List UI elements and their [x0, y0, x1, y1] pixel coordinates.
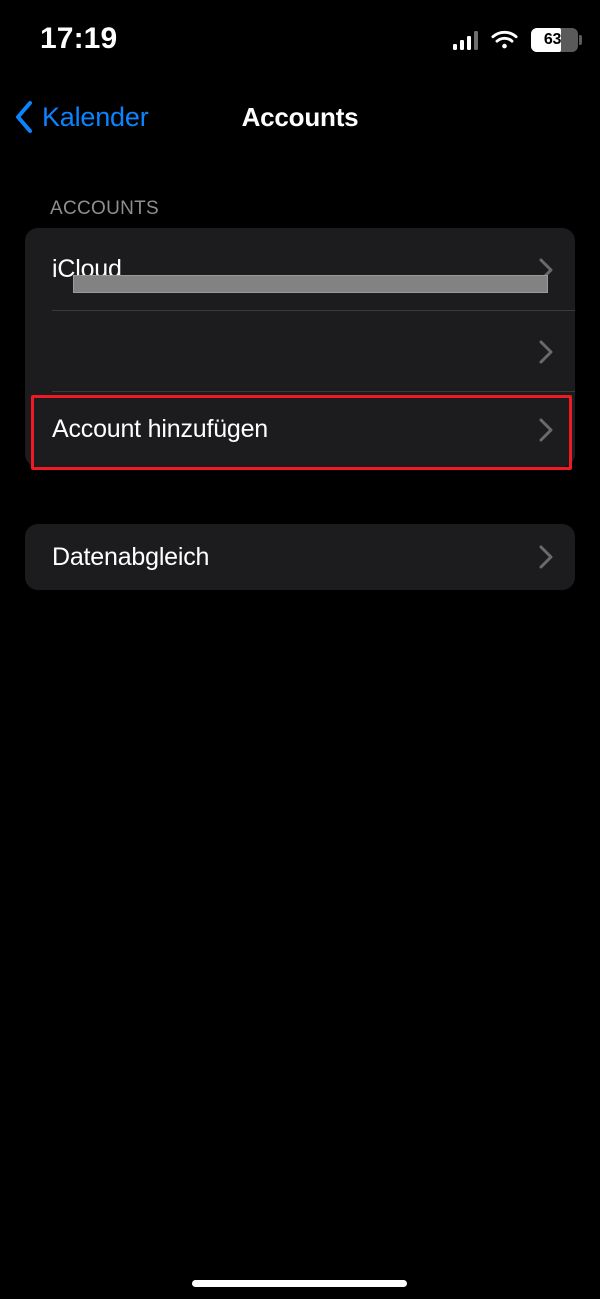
accounts-card: iCloud Account hinzufügen — [25, 228, 575, 467]
list-item-add-account[interactable]: Account hinzufügen — [25, 392, 575, 467]
section-header-accounts: ACCOUNTS — [50, 198, 160, 219]
battery-icon: 63 — [531, 28, 582, 52]
list-item-label: Datenabgleich — [52, 542, 210, 571]
list-item-blank-account[interactable] — [25, 311, 575, 392]
home-indicator[interactable] — [192, 1280, 407, 1287]
battery-percent-label: 63 — [543, 31, 562, 48]
settings-list: ACCOUNTS iCloud Account hinzufügen Daten… — [0, 0, 600, 1299]
chevron-right-icon — [539, 545, 553, 569]
chevron-right-icon — [539, 340, 553, 364]
list-item-datenabgleich[interactable]: Datenabgleich — [25, 524, 575, 590]
datenabgleich-card: Datenabgleich — [25, 524, 575, 590]
list-item-label: Account hinzufügen — [52, 415, 269, 443]
list-item-icloud[interactable]: iCloud — [25, 228, 575, 311]
chevron-right-icon — [539, 418, 553, 442]
redacted-account-email — [73, 275, 548, 293]
iphone-screen: 17:19 63 Accounts Kalender ACCOUNTS iClo… — [0, 0, 600, 1299]
